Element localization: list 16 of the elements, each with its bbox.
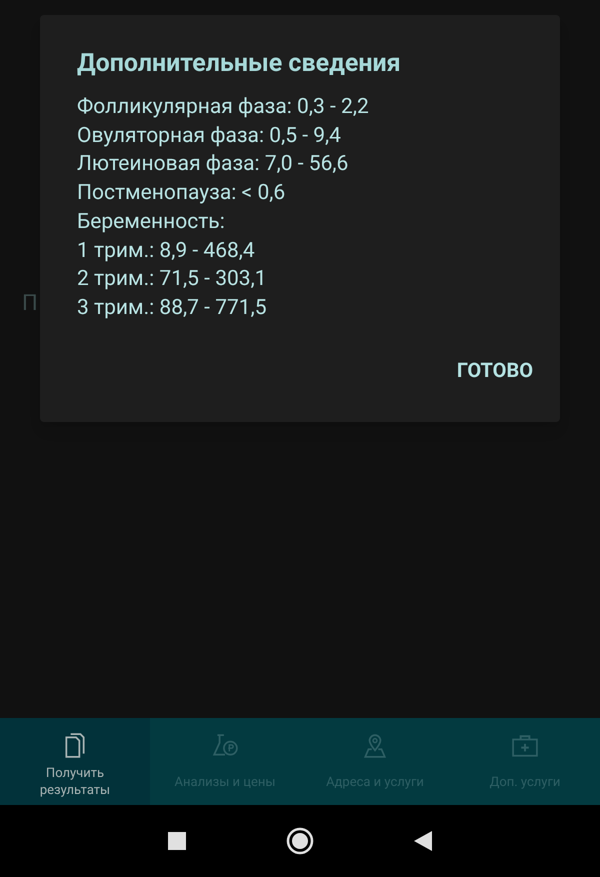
nav-tab[interactable]: Получить результаты: [0, 718, 150, 805]
info-line: Постменопауза: < 0,6: [77, 180, 286, 208]
first-aid-kit-icon: [512, 733, 538, 759]
info-line: 1 трим.: 8,9 - 468,4: [77, 238, 255, 265]
info-line: Беременность:: [77, 208, 225, 236]
dialog-title: Дополнительные сведения: [77, 48, 402, 80]
map-pin-icon: [362, 733, 388, 759]
back-icon[interactable]: [414, 831, 432, 851]
screen-text: П: [22, 290, 38, 318]
info-line: 3 трим.: 88,7 - 771,5: [77, 294, 267, 322]
info-line: Фолликулярная фаза: 0,3 - 2,2: [77, 94, 369, 121]
info-line: 2 трим.: 71,5 - 303,1: [77, 266, 267, 294]
home-icon[interactable]: [286, 827, 314, 855]
done-button[interactable]: ГОТОВО: [452, 352, 537, 387]
info-line: Лютеиновая фаза: 7,0 - 56,6: [77, 151, 348, 178]
info-line: Овуляторная фаза: 0,5 - 9,4: [77, 122, 341, 150]
